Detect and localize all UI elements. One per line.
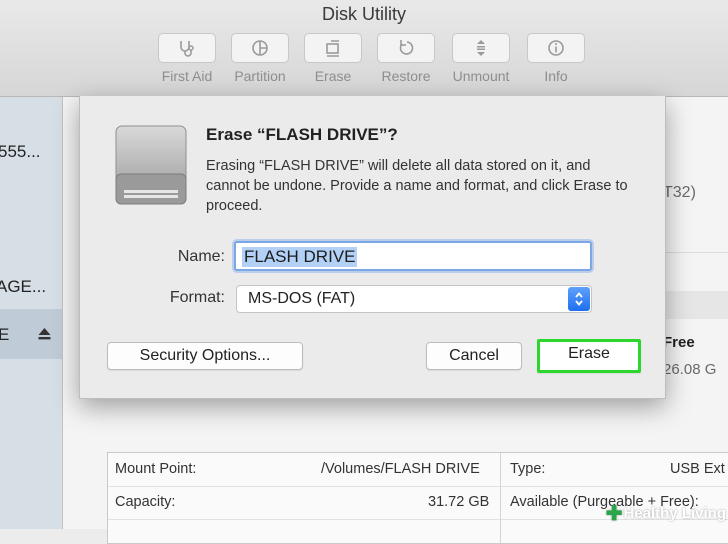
- watermark-text: Healthy Living: [623, 505, 726, 522]
- info-icon: [527, 33, 585, 63]
- eject-icon[interactable]: [38, 327, 51, 345]
- toolbar-label: First Aid: [161, 68, 213, 84]
- dialog-title: Erase “FLASH DRIVE”?: [206, 125, 398, 144]
- cancel-button[interactable]: Cancel: [426, 342, 522, 370]
- info-separator: [500, 453, 501, 543]
- free-value: 26.08 G: [663, 361, 717, 378]
- toolbar-label: Partition: [234, 68, 286, 84]
- type-value: USB Ext: [670, 461, 725, 477]
- toolbar-partition-button[interactable]: Partition: [229, 33, 291, 84]
- mount-point-label: Mount Point:: [115, 461, 197, 477]
- toolbar-label: Unmount: [452, 68, 510, 84]
- format-select[interactable]: MS-DOS (FAT): [236, 285, 592, 313]
- capacity-label: Capacity:: [115, 494, 176, 510]
- free-label: Free: [663, 334, 695, 351]
- toolbar-restore-button[interactable]: Restore: [375, 33, 437, 84]
- eraser-icon: [304, 33, 362, 63]
- restore-arrow-icon: [377, 33, 435, 63]
- toolbar-label: Info: [544, 68, 568, 84]
- toolbar-info-button[interactable]: Info: [525, 33, 587, 84]
- format-fragment: T32): [663, 184, 696, 201]
- format-select-value: MS-DOS (FAT): [248, 290, 356, 307]
- capacity-value: 31.72 GB: [428, 494, 490, 510]
- toolbar-label: Restore: [381, 68, 431, 84]
- sidebar-item-flash-drive[interactable]: E: [0, 309, 62, 359]
- name-label: Name:: [177, 248, 225, 265]
- format-label: Format:: [169, 289, 225, 306]
- sidebar-item-label: E: [0, 325, 10, 344]
- toolbar-first-aid-button[interactable]: First Aid: [156, 33, 218, 84]
- sidebar-item-disk[interactable]: 555...: [0, 142, 41, 162]
- window-title: Disk Utility: [322, 4, 406, 24]
- info-panel: Mount Point: /Volumes/FLASH DRIVE Type: …: [107, 452, 728, 544]
- external-drive-icon: [114, 124, 188, 215]
- sidebar-item-storage[interactable]: AGE...: [0, 277, 46, 297]
- erase-dialog: Erase “FLASH DRIVE”? Erasing “FLASH DRIV…: [79, 96, 666, 399]
- plus-icon: ✚: [605, 503, 623, 525]
- toolbar-erase-button[interactable]: Erase: [302, 33, 364, 84]
- stethoscope-icon: [158, 33, 216, 63]
- window-titlebar: Disk Utility First Aid Partition Erase R…: [0, 0, 728, 97]
- usage-bar: [663, 291, 728, 319]
- erase-button[interactable]: Erase: [537, 339, 641, 373]
- name-field[interactable]: FLASH DRIVE: [234, 241, 592, 271]
- name-field-value: FLASH DRIVE: [242, 247, 358, 267]
- updown-arrows-icon: [568, 287, 590, 311]
- watermark: ✚ Healthy Living: [606, 501, 726, 526]
- mount-point-value: /Volumes/FLASH DRIVE: [321, 461, 480, 477]
- toolbar-unmount-button[interactable]: Unmount: [450, 33, 512, 84]
- dialog-message: Erasing “FLASH DRIVE” will delete all da…: [206, 158, 628, 214]
- security-options-button[interactable]: Security Options...: [107, 342, 303, 370]
- toolbar-label: Erase: [314, 68, 352, 84]
- divider: [663, 252, 728, 253]
- pie-icon: [231, 33, 289, 63]
- unmount-icon: [452, 33, 510, 63]
- sidebar: 555... AGE... E: [0, 97, 63, 529]
- type-label: Type:: [510, 461, 546, 477]
